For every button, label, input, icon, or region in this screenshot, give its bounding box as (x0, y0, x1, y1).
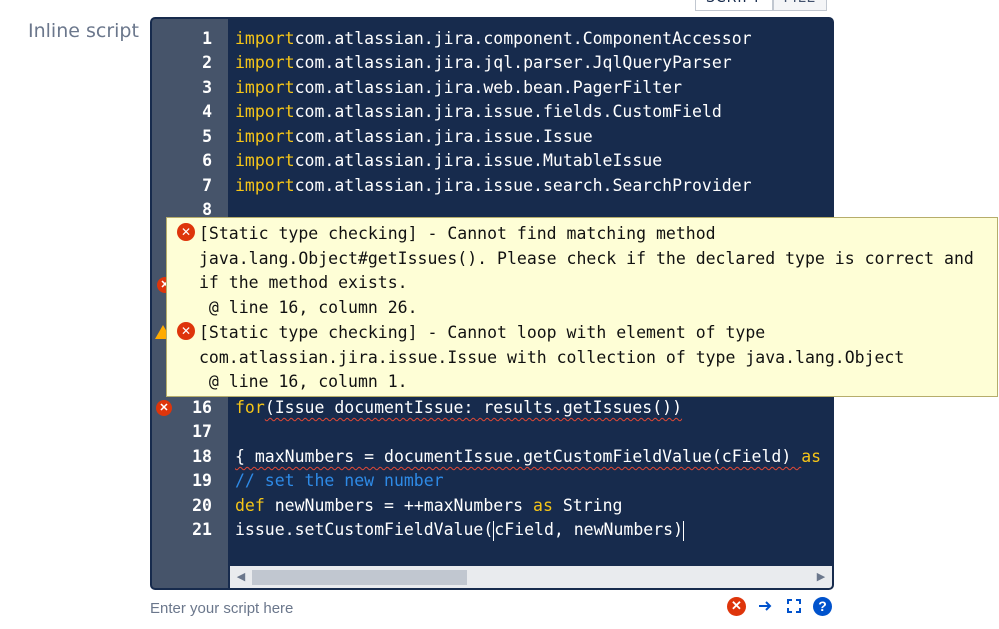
code-token: com.atlassian.jira.issue.Issue (294, 127, 593, 146)
error-message-2: [Static type checking] - Cannot loop wit… (199, 321, 904, 395)
error-tooltip: ✕ [Static type checking] - Cannot find m… (166, 217, 998, 397)
error-message-line: [Static type checking] - Cannot loop wit… (199, 323, 766, 342)
code-line[interactable] (235, 420, 832, 444)
keyword-token: import (235, 53, 295, 72)
keyword-token: for (235, 398, 265, 417)
code-line[interactable]: importcom.atlassian.jira.issue.MutableIs… (235, 149, 832, 173)
error-icon[interactable]: ✕ (727, 596, 746, 616)
code-token: (Issue documentIssue: results.getIssues(… (264, 398, 683, 417)
gutter-error-icon[interactable]: ✕ (156, 400, 172, 416)
line-number: 3 (202, 78, 212, 97)
code-token: cField, newNumbers) (494, 520, 684, 539)
keyword-token: import (235, 102, 295, 121)
line-number: 7 (202, 176, 212, 195)
fullscreen-icon[interactable] (784, 596, 804, 616)
help-icon[interactable]: ? (813, 596, 832, 616)
code-line[interactable]: def newNumbers = ++maxNumbers as String (235, 494, 832, 518)
code-line[interactable]: importcom.atlassian.jira.issue.fields.Cu… (235, 100, 832, 124)
horizontal-scrollbar[interactable]: ◀ ▶ (230, 566, 832, 588)
keyword-token: import (235, 151, 295, 170)
code-token: newNumbers = ++maxNumbers (264, 496, 534, 515)
error-message-1: [Static type checking] - Cannot find mat… (199, 222, 974, 320)
line-number: 19 (192, 471, 212, 490)
comment-token: // set the new number (235, 471, 444, 490)
code-token: I (821, 447, 832, 466)
code-token: com.atlassian.jira.jql.parser.JqlQueryPa… (294, 53, 732, 72)
line-number: 20 (192, 496, 212, 515)
line-number: 2 (202, 53, 212, 72)
keyword-token: import (235, 29, 295, 48)
tab-script[interactable]: SCRIPT (695, 0, 773, 11)
line-number: 18 (192, 447, 212, 466)
keyword-token: import (235, 176, 295, 195)
inline-script-label: Inline script (28, 20, 139, 42)
code-line[interactable]: { maxNumbers = documentIssue.getCustomFi… (235, 445, 832, 469)
scroll-thumb[interactable] (252, 570, 467, 585)
line-number: 21 (192, 520, 212, 539)
code-line[interactable]: importcom.atlassian.jira.issue.search.Se… (235, 174, 832, 198)
code-line[interactable]: issue.setCustomFieldValue(cField, newNum… (235, 518, 832, 542)
script-file-tabs: SCRIPT FILE (695, 0, 828, 11)
code-line[interactable]: // set the new number (235, 469, 832, 493)
arrow-right-icon[interactable] (755, 596, 775, 616)
error-message-line: java.lang.Object#getIssues(). Please che… (199, 248, 974, 268)
code-token: com.atlassian.jira.issue.MutableIssue (294, 151, 663, 170)
text-cursor (683, 520, 685, 541)
error-message-line: @ line 16, column 26. (199, 297, 418, 317)
code-token: issue.setCustomFieldValue( (235, 520, 494, 539)
code-line[interactable]: importcom.atlassian.jira.jql.parser.JqlQ… (235, 51, 832, 75)
scroll-right-arrow[interactable]: ▶ (812, 566, 830, 588)
keyword-token: as (533, 496, 553, 515)
scroll-left-arrow[interactable]: ◀ (232, 566, 250, 588)
code-token: com.atlassian.jira.issue.search.SearchPr… (294, 176, 752, 195)
code-token: String (552, 496, 623, 515)
code-token: { maxNumbers = documentIssue.getCustomFi… (235, 447, 802, 466)
editor-toolbar: ✕ ? (727, 596, 832, 616)
line-number: 17 (192, 422, 212, 441)
tooltip-error-icon: ✕ (177, 223, 195, 241)
editor-helper-text: Enter your script here (150, 600, 294, 617)
keyword-token: import (235, 78, 295, 97)
error-message-line: @ line 16, column 1. (199, 372, 408, 392)
code-line[interactable]: importcom.atlassian.jira.web.bean.PagerF… (235, 76, 832, 100)
error-message-line: com.atlassian.jira.issue.Issue with coll… (199, 347, 905, 367)
keyword-token: as (801, 447, 822, 466)
tab-file[interactable]: FILE (772, 0, 828, 11)
code-token: com.atlassian.jira.component.ComponentAc… (294, 29, 752, 48)
keyword-token: def (235, 496, 265, 515)
line-number: 5 (202, 127, 212, 146)
line-number: 1 (202, 29, 212, 48)
code-token: com.atlassian.jira.issue.fields.CustomFi… (294, 102, 722, 121)
line-number: 6 (202, 151, 212, 170)
code-line[interactable]: importcom.atlassian.jira.component.Compo… (235, 27, 832, 51)
code-line[interactable]: for(Issue documentIssue: results.getIssu… (235, 396, 832, 420)
error-message-line: [Static type checking] - Cannot find mat… (199, 224, 716, 243)
code-token: com.atlassian.jira.web.bean.PagerFilter (294, 78, 683, 97)
error-message-line: if the method exists. (199, 273, 408, 293)
keyword-token: import (235, 127, 295, 146)
line-number: 4 (202, 102, 212, 121)
tooltip-error-icon: ✕ (177, 322, 195, 340)
code-line[interactable]: importcom.atlassian.jira.issue.Issue (235, 125, 832, 149)
